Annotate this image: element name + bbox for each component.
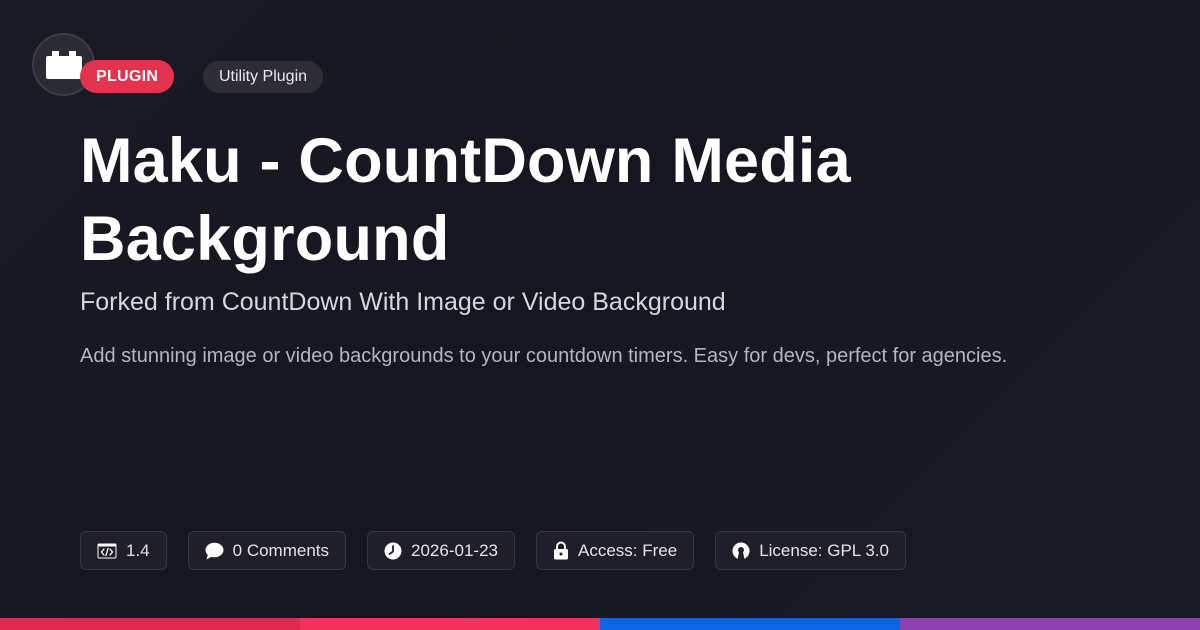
page-subtitle: Forked from CountDown With Image or Vide… <box>80 288 726 316</box>
license-value: License: GPL 3.0 <box>759 540 889 560</box>
meta-info-row: 1.4 0 Comments 2026-01-23 Access: Free L… <box>80 531 906 570</box>
clock-icon <box>384 542 402 559</box>
bottom-bar-segment <box>900 618 1200 630</box>
version-value: 1.4 <box>126 540 150 560</box>
code-icon <box>97 543 117 558</box>
date-chip: 2026-01-23 <box>367 531 515 570</box>
plugin-type-badge[interactable]: Utility Plugin <box>203 61 324 93</box>
comment-bubble-icon <box>205 542 224 559</box>
bottom-bar-segment <box>300 618 600 630</box>
page-description: Add stunning image or video backgrounds … <box>80 345 1008 367</box>
comments-count: 0 Comments <box>232 540 330 560</box>
lock-icon <box>553 541 568 560</box>
bottom-bar-segment <box>600 618 900 630</box>
category-badge[interactable]: PLUGIN <box>80 60 175 93</box>
license-chip[interactable]: License: GPL 3.0 <box>715 531 906 570</box>
access-chip: Access: Free <box>535 531 695 570</box>
plugin-block-icon <box>45 50 82 79</box>
date-value: 2026-01-23 <box>411 540 498 560</box>
version-chip: 1.4 <box>80 531 167 570</box>
comments-chip[interactable]: 0 Comments <box>187 531 347 570</box>
page-title: Maku - CountDown Media Background <box>80 126 851 274</box>
access-value: Access: Free <box>577 540 678 560</box>
bottom-bar-segment <box>0 618 300 630</box>
bottom-color-bar <box>0 618 1200 630</box>
open-source-icon <box>732 542 750 559</box>
